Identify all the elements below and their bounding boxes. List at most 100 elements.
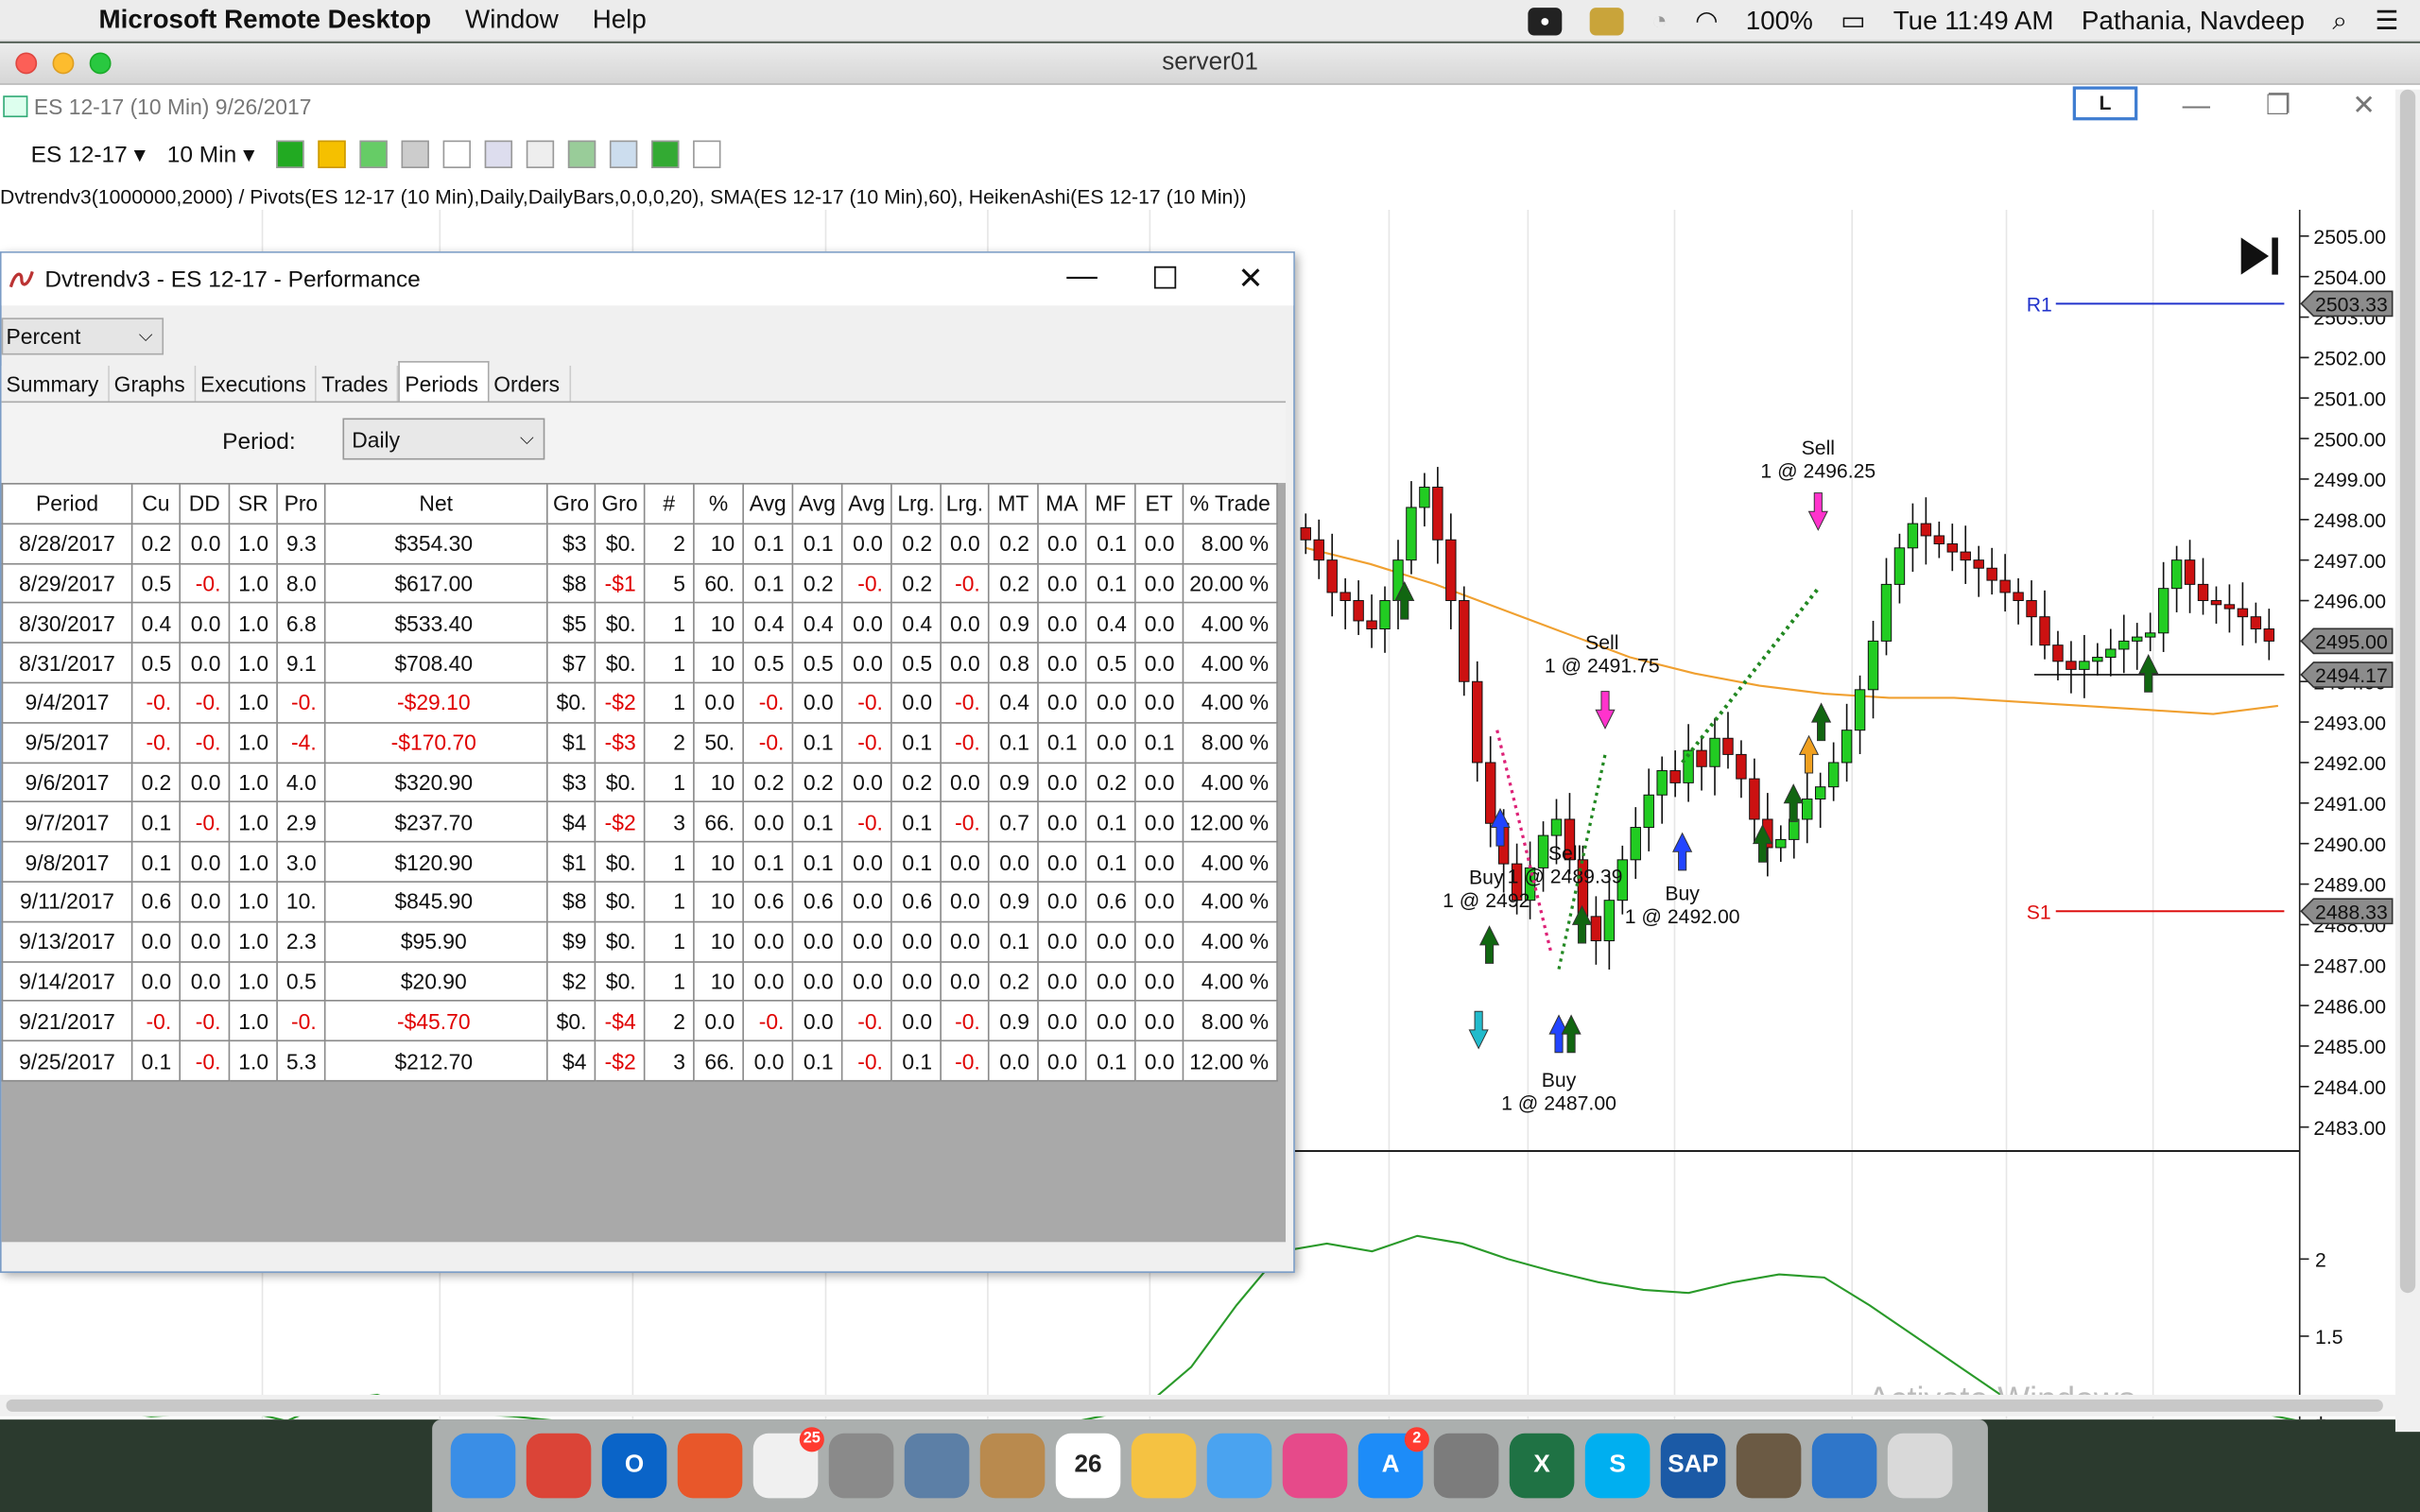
contacts-icon[interactable] [979,1433,1046,1499]
display-mode-select[interactable]: Percent ⌵ [1,318,164,355]
excel-icon[interactable]: X [1509,1433,1575,1499]
progress-icon[interactable]: ◔ [1651,6,1668,37]
tab-graphs[interactable]: Graphs [109,365,197,404]
horizontal-scrollbar[interactable] [0,1394,2395,1417]
table-row[interactable]: 9/4/2017 -0. -0. 1.0 -0. -$29.10 $0. -$2 1 0.0 -0.… [1,681,1278,724]
wifi-icon[interactable]: ◠ [1695,6,1718,37]
table-row[interactable]: 8/31/2017 0.5 0.0 1.0 9.1 $708.40 $7 $0. 1 10 0.5 0… [1,642,1278,684]
pencil-icon[interactable] [318,140,346,168]
table-row[interactable]: 9/5/2017 -0. -0. 1.0 -4. -$170.70 $1 -$3 2 50. -0.… [1,721,1278,764]
layout-l-button[interactable]: L [2072,86,2138,121]
launchpad-icon[interactable] [828,1433,894,1499]
column-header[interactable]: Lrg. [940,483,990,524]
dialog-maximize-icon[interactable]: ☐ [1151,259,1179,298]
period-select[interactable]: Daily ⌵ [342,418,545,460]
vertical-scroll-thumb[interactable] [2399,89,2416,1294]
column-header[interactable]: Lrg. [890,483,942,524]
column-header[interactable]: Net [323,483,548,524]
column-header[interactable]: Period [1,483,133,524]
app-store-icon[interactable]: A2 [1357,1427,1429,1499]
tab-executions[interactable]: Executions [196,365,318,404]
battery-icon[interactable]: ▭ [1841,6,1865,37]
column-header[interactable]: Avg [791,483,843,524]
minimize-icon[interactable]: — [2183,90,2210,122]
menu-app-name[interactable]: Microsoft Remote Desktop [98,5,431,36]
column-header[interactable]: Gro [545,483,596,524]
column-header[interactable]: % [693,483,744,524]
battery-text[interactable]: 100% [1746,6,1813,37]
table-row[interactable]: 9/14/2017 0.0 0.0 1.0 0.5 $20.90 $2 $0. 1 10 0.0 0.… [1,960,1278,1003]
menu-window[interactable]: Window [465,5,559,36]
instrument-selector[interactable]: ES 12-17 ▾ [31,141,146,168]
outlook-icon[interactable]: O [601,1433,667,1499]
properties-icon[interactable] [526,140,555,168]
column-header[interactable]: Avg [840,483,892,524]
tab-trades[interactable]: Trades [317,365,399,404]
column-header[interactable]: ET [1134,483,1184,524]
table-row[interactable]: 8/30/2017 0.4 0.0 1.0 6.8 $533.40 $5 $0. 1 10 0.4 0… [1,602,1278,644]
itunes-icon[interactable] [1282,1433,1348,1499]
table-row[interactable]: 9/8/2017 0.1 0.0 1.0 3.0 $120.90 $1 $0. 1 10 0.1 0.… [1,841,1278,883]
interval-selector[interactable]: 10 Min ▾ [167,141,255,168]
dialog-close-icon[interactable]: ✕ [1237,259,1263,298]
global-crosshair-icon[interactable] [401,140,429,168]
close-icon[interactable]: ✕ [2352,90,2376,122]
column-header[interactable]: Pro [276,483,326,524]
column-header[interactable]: Gro [594,483,646,524]
preview-icon[interactable] [1736,1433,1802,1499]
column-header[interactable]: # [643,483,695,524]
column-header[interactable]: DD [179,483,231,524]
skype-icon[interactable]: S [1584,1433,1651,1499]
system-prefs-icon[interactable] [1433,1433,1499,1499]
horizontal-scroll-thumb[interactable] [6,1399,2383,1412]
table-row[interactable]: 9/21/2017 -0. -0. 1.0 -0. -$45.70 $0. -$4 2 0.0 -0… [1,1000,1278,1042]
dialog-minimize-icon[interactable]: — [1066,259,1098,295]
dollar-icon[interactable] [650,140,680,168]
column-header[interactable]: SR [228,483,278,524]
chart-style-icon[interactable] [276,140,304,168]
crosshair-icon[interactable] [359,140,388,168]
remote-desktop-icon[interactable] [677,1433,743,1499]
tray-app-icon[interactable]: ● [1528,7,1563,35]
pointer-icon[interactable] [442,140,471,168]
column-header[interactable]: MA [1037,483,1087,524]
eagle-icon[interactable] [904,1433,970,1499]
tab-summary[interactable]: Summary [1,365,110,404]
column-header[interactable]: Avg [742,483,794,524]
sap-icon[interactable]: SAP [1660,1433,1726,1499]
table-row[interactable]: 9/13/2017 0.0 0.0 1.0 2.3 $95.90 $9 $0. 1 10 0.0 0.… [1,920,1278,963]
data-box-icon[interactable] [693,140,721,168]
column-header[interactable]: MF [1084,483,1136,524]
clock[interactable]: Tue 11:49 AM [1893,6,2054,37]
photos-icon[interactable] [1131,1433,1197,1499]
reminders-icon[interactable]: 25 [752,1427,824,1499]
column-header[interactable]: % Trade [1182,483,1278,524]
spotlight-icon[interactable]: ⌕ [2332,6,2347,37]
strategies-icon[interactable] [567,140,596,168]
menu-help[interactable]: Help [593,5,647,36]
table-row[interactable]: 9/11/2017 0.6 0.0 1.0 10. $845.90 $8 $0. 1 10 0.6 0… [1,881,1278,922]
tab-orders[interactable]: Orders [489,365,571,404]
notification-center-icon[interactable]: ☰ [2375,6,2398,37]
messages-icon[interactable] [1206,1433,1272,1499]
column-header[interactable]: MT [987,483,1039,524]
jump-to-end-icon[interactable] [2240,237,2278,275]
chrome-icon[interactable] [526,1433,592,1499]
tab-periods[interactable]: Periods [398,361,490,404]
calendar-icon[interactable]: 26 [1055,1433,1121,1499]
table-row[interactable]: 9/7/2017 0.1 -0. 1.0 2.9 $237.70 $4 -$2 3 66. 0.0 0… [1,800,1278,843]
restore-icon[interactable]: ❐ [2266,90,2290,122]
table-row[interactable]: 8/29/2017 0.5 -0. 1.0 8.0 $617.00 $8 -$1 5 60. 0.1… [1,562,1278,605]
vertical-scrollbar[interactable] [2394,89,2420,1433]
column-header[interactable]: Cu [130,483,182,524]
user-name[interactable]: Pathania, Navdeep [2082,6,2305,37]
table-row[interactable]: 9/25/2017 0.1 -0. 1.0 5.3 $212.70 $4 -$2 3 66. 0.0… [1,1040,1278,1082]
periods-grid-container[interactable]: Period Cu DD SR Pro Net Gro Gro #% Avg Avg Avg Lrg. L… [1,483,1287,1243]
indicators-icon[interactable] [609,140,638,168]
table-row[interactable]: 9/6/2017 0.2 0.0 1.0 4.0 $320.90 $3 $0. 1 10 0.2 0.… [1,761,1278,803]
table-row[interactable]: 8/28/2017 0.2 0.0 1.0 9.3 $354.30 $3 $0. 2 10 0.1 0… [1,523,1278,564]
shield-icon[interactable] [1589,7,1624,35]
finder-icon[interactable] [450,1433,516,1499]
zoom-icon[interactable] [484,140,513,168]
globe-icon[interactable] [1811,1433,1877,1499]
